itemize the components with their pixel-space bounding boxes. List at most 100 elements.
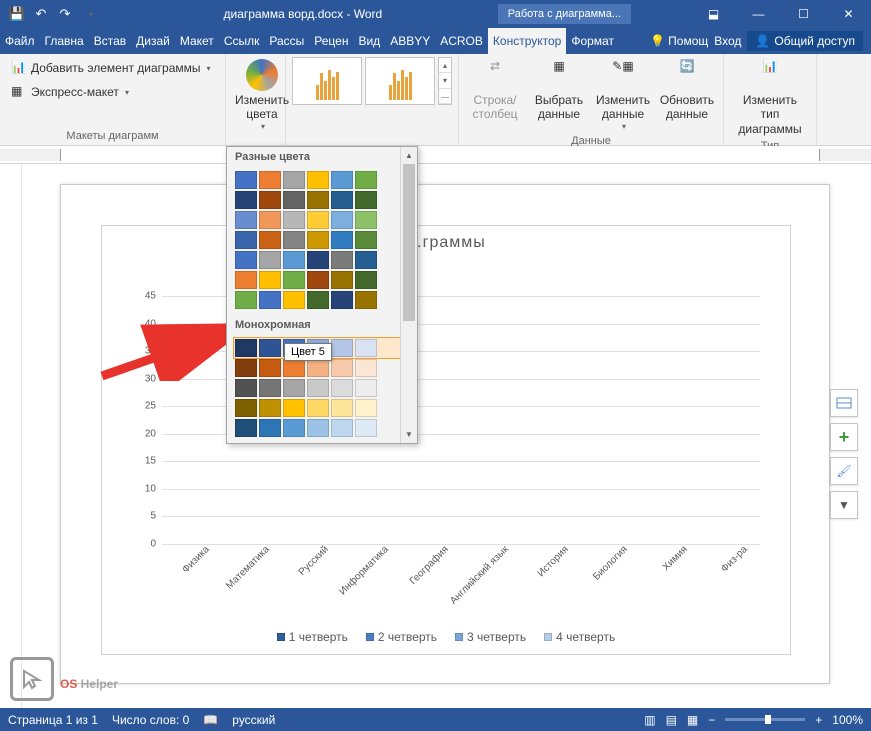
view-read-icon[interactable]: ▥ [644,713,655,727]
tab-constructor[interactable]: Конструктор [488,28,566,54]
ruler-vertical[interactable] [0,164,22,710]
edit-data-button[interactable]: ✎▦Изменить данные▾ [593,57,653,133]
color-swatch [355,399,377,417]
dropdown-scrollbar[interactable]: ▲ ▼ [400,147,417,443]
change-colors-button[interactable]: Изменить цвета▾ [232,57,292,133]
quick-layout-button[interactable]: ▦Экспресс-макет▾ [6,81,134,103]
view-web-icon[interactable]: ▦ [687,713,698,727]
color-scheme-option[interactable] [235,399,409,417]
zoom-in-icon[interactable]: + [815,713,822,727]
tab-design[interactable]: Дизай [131,28,175,54]
color-swatch [307,211,329,229]
color-swatch [283,399,305,417]
view-print-icon[interactable]: ▤ [666,713,677,727]
color-swatch [259,419,281,437]
tab-home[interactable]: Главна [40,28,89,54]
color-scheme-option[interactable] [235,251,409,269]
tab-references[interactable]: Ссылк [219,28,265,54]
scrollbar-thumb[interactable] [403,164,415,321]
color-swatch [259,291,281,309]
minimize-icon[interactable]: — [736,0,781,28]
change-chart-type-button[interactable]: 📊Изменить тип диаграммы [730,57,810,138]
add-chart-element-button[interactable]: 📊Добавить элемент диаграммы▾ [6,57,216,79]
chart-elements-button[interactable] [830,389,858,417]
scroll-up-icon[interactable]: ▲ [401,147,417,164]
share-button[interactable]: 👤 Общий доступ [747,31,863,51]
funnel-icon: ▼ [838,498,850,512]
select-data-button[interactable]: ▦Выбрать данные [529,57,589,124]
color-scheme-option[interactable] [235,271,409,289]
zoom-slider[interactable] [725,718,805,721]
undo-icon[interactable]: ↶ [30,3,52,25]
scroll-down-icon[interactable]: ▼ [401,426,417,443]
maximize-icon[interactable]: ☐ [781,0,826,28]
close-icon[interactable]: ✕ [826,0,871,28]
ruler-horizontal[interactable] [0,146,871,164]
color-swatch [307,419,329,437]
login-button[interactable]: Вход [714,34,741,48]
color-swatch [283,251,305,269]
tab-mailings[interactable]: Рассы [264,28,309,54]
document-area[interactable]: ...граммы 051015202530354045 ФизикаМатем… [22,164,871,710]
color-swatch [355,171,377,189]
zoom-level[interactable]: 100% [832,713,863,727]
color-scheme-option[interactable] [235,379,409,397]
chart-style-1[interactable] [292,57,362,105]
tab-review[interactable]: Рецен [309,28,353,54]
color-swatch [283,359,305,377]
tab-layout[interactable]: Макет [175,28,219,54]
legend-item[interactable]: 1 четверть [277,630,348,644]
edit-data-icon: ✎▦ [607,59,639,91]
chart-legend: 1 четверть 2 четверть 3 четверть 4 четверть [102,630,790,644]
color-swatch [235,379,257,397]
tab-view[interactable]: Вид [353,28,385,54]
status-page[interactable]: Страница 1 из 1 [8,713,98,727]
status-language[interactable]: русский [232,713,275,727]
chart-styles-button[interactable]: + [830,423,858,451]
switch-row-col-button[interactable]: ⇄Строка/ столбец [465,57,525,124]
legend-item[interactable]: 3 четверть [455,630,526,644]
cursor-icon [10,657,54,701]
chart-x-axis: ФизикаМатематикаРусскийИнформатикаГеогра… [162,544,760,604]
tab-acrobat[interactable]: ACROB [435,28,488,54]
ribbon-options-icon[interactable]: ⬓ [691,0,736,28]
qat-more-icon[interactable]: ▾ [80,3,102,25]
color-swatch [307,231,329,249]
page: ...граммы 051015202530354045 ФизикаМатем… [60,184,830,684]
color-scheme-option[interactable] [235,191,409,209]
tab-abbyy[interactable]: ABBYY [385,28,435,54]
color-swatch [355,191,377,209]
color-swatch [331,191,353,209]
color-scheme-option[interactable] [235,359,409,377]
color-swatch [355,291,377,309]
chart-filter-button[interactable]: ▼ [830,491,858,519]
color-swatch [283,291,305,309]
legend-item[interactable]: 2 четверть [366,630,437,644]
status-spellcheck-icon[interactable]: 📖 [203,713,218,727]
tab-file[interactable]: Файл [0,28,40,54]
chart-style-2[interactable] [365,57,435,105]
style-gallery-more[interactable]: ▴▾⎼ [438,57,452,105]
color-swatch [331,399,353,417]
save-icon[interactable]: 💾 [6,3,28,25]
color-swatch [331,171,353,189]
tab-format[interactable]: Формат [566,28,619,54]
chart-title[interactable]: ...граммы [102,226,790,260]
chart-filters-button[interactable]: 🖌 [830,457,858,485]
color-scheme-option[interactable] [235,231,409,249]
color-scheme-option[interactable] [235,291,409,309]
zoom-out-icon[interactable]: − [708,713,715,727]
window-title: диаграмма ворд.docx - Word [108,7,498,21]
redo-icon[interactable]: ↷ [54,3,76,25]
tab-insert[interactable]: Встав [89,28,131,54]
switch-icon: ⇄ [479,59,511,91]
color-scheme-option[interactable] [235,211,409,229]
layout-icon [836,397,852,409]
color-scheme-option[interactable] [235,171,409,189]
status-words[interactable]: Число слов: 0 [112,713,189,727]
help-button[interactable]: 💡 Помощ [650,34,708,48]
chart-object[interactable]: ...граммы 051015202530354045 ФизикаМатем… [101,225,791,655]
refresh-data-button[interactable]: 🔄Обновить данные [657,57,717,124]
color-scheme-option[interactable] [235,419,409,437]
legend-item[interactable]: 4 четверть [544,630,615,644]
